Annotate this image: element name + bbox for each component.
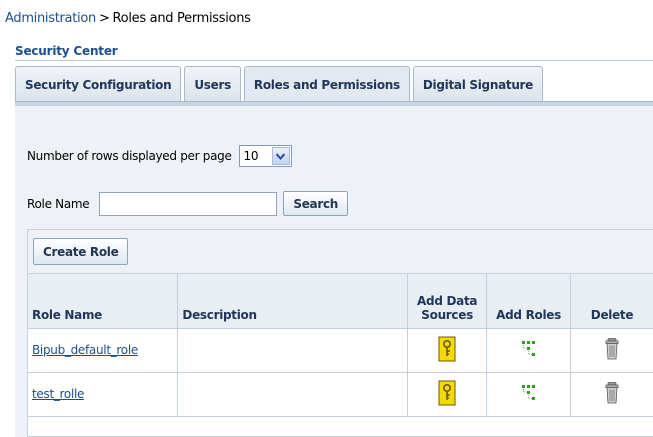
breadcrumb-separator: > — [98, 11, 110, 26]
column-header-add-data-sources-line2: Sources — [421, 307, 473, 322]
breadcrumb: Administration > Roles and Permissions — [5, 11, 251, 26]
delete-cell — [570, 372, 653, 417]
role-name-input[interactable] — [99, 191, 278, 216]
roles-table-container: Create Role Role Name Description Add Da… — [27, 229, 653, 437]
trash-can-icon[interactable] — [605, 381, 619, 407]
tab-security-configuration[interactable]: Security Configuration — [15, 66, 182, 102]
role-link[interactable]: Bipub_default_role — [32, 343, 138, 357]
role-hierarchy-icon[interactable] — [520, 340, 538, 361]
tab-roles-and-permissions[interactable]: Roles and Permissions — [243, 66, 410, 102]
role-name-cell: test_rolle — [28, 372, 179, 417]
rows-per-page-label: Number of rows displayed per page — [27, 149, 232, 163]
key-document-icon[interactable] — [438, 336, 456, 365]
breadcrumb-current: Roles and Permissions — [112, 11, 251, 26]
column-header-role-name: Role Name — [28, 274, 179, 329]
key-document-icon[interactable] — [438, 380, 456, 409]
add-data-sources-cell — [407, 372, 488, 417]
add-data-sources-cell — [407, 328, 488, 373]
tab-users[interactable]: Users — [184, 66, 241, 102]
section-title: Security Center — [15, 44, 118, 58]
table-row: test_rolle — [28, 372, 653, 417]
role-name-cell: Bipub_default_role — [28, 328, 179, 373]
table-toolbar: Create Role — [28, 230, 653, 274]
add-roles-cell — [486, 328, 572, 373]
create-role-button[interactable]: Create Role — [33, 238, 129, 265]
rows-per-page-row: Number of rows displayed per page 10 — [27, 145, 292, 167]
rows-per-page-select[interactable]: 10 — [238, 145, 292, 167]
column-header-delete: Delete — [570, 274, 653, 329]
trash-can-icon[interactable] — [605, 337, 619, 363]
description-cell — [177, 328, 409, 373]
tab-digital-signature[interactable]: Digital Signature — [412, 66, 544, 102]
column-header-add-roles: Add Roles — [486, 274, 572, 329]
column-header-add-data-sources: Add Data Sources — [407, 274, 488, 329]
description-cell — [177, 372, 409, 417]
delete-cell — [570, 328, 653, 373]
roles-table: Role Name Description Add Data Sources A… — [28, 274, 653, 417]
role-link[interactable]: test_rolle — [32, 387, 84, 401]
column-header-description: Description — [177, 274, 409, 329]
role-name-search-row: Role Name Search — [27, 191, 349, 216]
breadcrumb-administration-link[interactable]: Administration — [5, 11, 96, 26]
search-button[interactable]: Search — [283, 191, 349, 216]
chevron-down-icon[interactable] — [271, 147, 290, 165]
section-divider — [15, 60, 653, 61]
table-header-row: Role Name Description Add Data Sources A… — [28, 274, 653, 329]
role-hierarchy-icon[interactable] — [520, 384, 538, 405]
table-row: Bipub_default_role — [28, 328, 653, 373]
rows-per-page-value: 10 — [243, 149, 259, 163]
add-roles-cell — [486, 372, 572, 417]
column-header-add-data-sources-line1: Add Data — [417, 293, 478, 308]
tab-bar: Security Configuration Users Roles and P… — [15, 66, 546, 102]
role-name-label: Role Name — [27, 196, 90, 211]
